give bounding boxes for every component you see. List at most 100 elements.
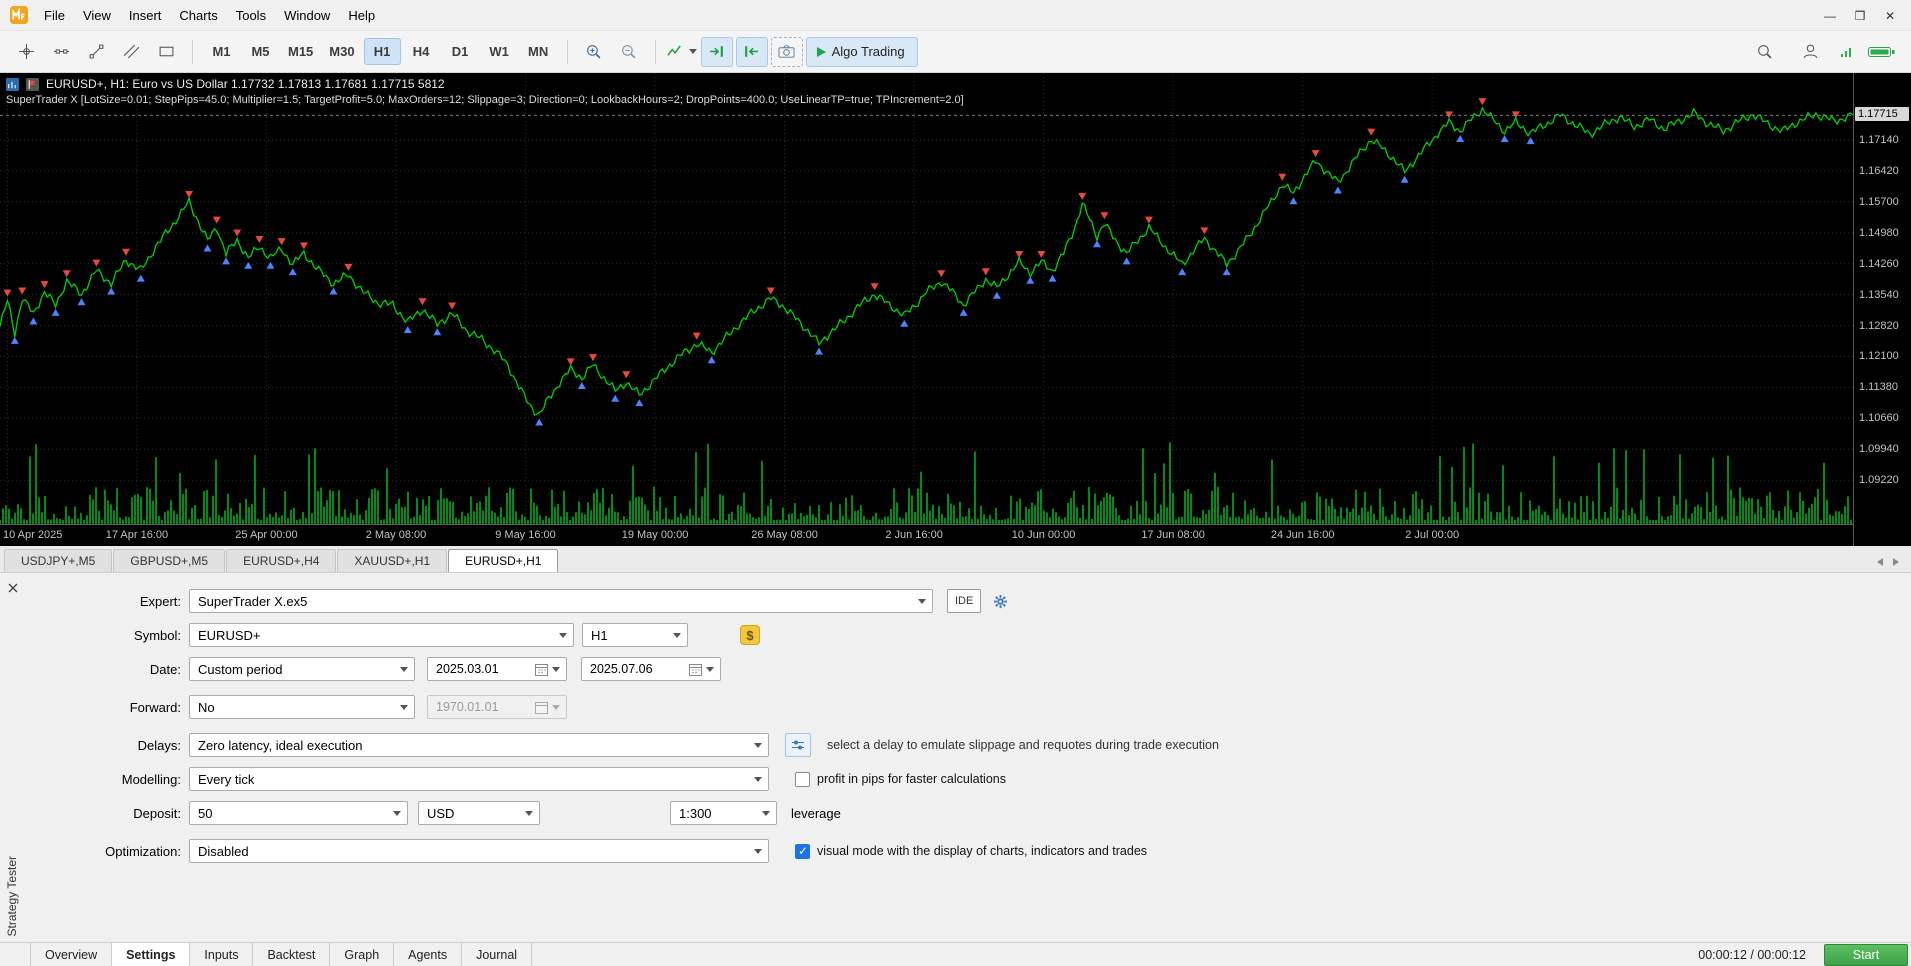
delays-select[interactable]: Zero latency, ideal execution xyxy=(189,733,769,757)
minimize-button[interactable]: — xyxy=(1815,7,1845,23)
chart-tab-xauusd-h1[interactable]: XAUUSD+,H1 xyxy=(337,549,448,572)
maximize-button[interactable]: ❒ xyxy=(1845,7,1875,23)
chart-plot[interactable] xyxy=(0,73,1853,524)
deposit-amount-select[interactable]: 50 xyxy=(189,801,408,825)
leverage-select[interactable]: 1:300 xyxy=(670,801,777,825)
expert-settings-gear-button[interactable] xyxy=(987,589,1013,613)
chart-column: EURUSD+, H1: Euro vs US Dollar 1.17732 1… xyxy=(0,73,1853,546)
zoom-in-button[interactable] xyxy=(578,37,610,67)
price-axis-label: 1.17140 xyxy=(1859,134,1899,146)
visual-step-forward-button[interactable] xyxy=(700,36,733,67)
dropdown-arrow-icon xyxy=(754,777,762,782)
tester-tab-backtest[interactable]: Backtest xyxy=(253,943,331,966)
hline-tool-button[interactable] xyxy=(45,37,77,67)
tester-bottom-bar: Overview Settings Inputs Backtest Graph Agent… xyxy=(0,942,1911,966)
menu-window[interactable]: Window xyxy=(275,3,339,28)
date-to-picker[interactable]: 2025.07.06 xyxy=(581,657,721,681)
trendline-tool-button[interactable] xyxy=(80,37,112,67)
timeframe-h4[interactable]: H4 xyxy=(403,38,440,65)
forward-mode-select[interactable]: No xyxy=(189,695,415,719)
channel-tool-button[interactable] xyxy=(115,37,147,67)
timeframe-m5[interactable]: M5 xyxy=(242,38,279,65)
date-mode-select[interactable]: Custom period xyxy=(189,657,415,681)
price-axis-label: 1.09940 xyxy=(1859,443,1899,455)
price-axis-label: 1.10660 xyxy=(1859,412,1899,424)
crosshair-icon xyxy=(18,44,34,59)
date-from-picker[interactable]: 2025.03.01 xyxy=(427,657,567,681)
tester-tab-journal[interactable]: Journal xyxy=(462,943,533,966)
screenshot-button[interactable] xyxy=(770,36,803,67)
time-axis-label: 10 Jun 00:00 xyxy=(1011,529,1076,541)
toolbar-separator xyxy=(566,39,568,64)
modelling-select[interactable]: Every tick xyxy=(189,767,769,791)
menu-help[interactable]: Help xyxy=(339,3,384,28)
crosshair-tool-button[interactable] xyxy=(10,37,42,67)
app-logo-icon xyxy=(10,6,28,24)
symbol-select[interactable]: EURUSD+ xyxy=(189,623,574,647)
tester-tab-settings[interactable]: Settings xyxy=(112,943,191,966)
algo-trading-button[interactable]: Algo Trading xyxy=(805,36,918,67)
tester-tab-agents[interactable]: Agents xyxy=(394,943,463,966)
optimization-select[interactable]: Disabled xyxy=(189,839,769,863)
toolbar-separator xyxy=(192,39,193,64)
menu-charts[interactable]: Charts xyxy=(170,3,226,28)
strategy-tester-panel: Strategy Tester Expert: SuperTrader X.ex… xyxy=(0,573,1911,942)
profit-in-pips-checkbox[interactable] xyxy=(795,771,810,787)
time-axis[interactable]: 10 Apr 2025 17 Apr 16:00 25 Apr 00:00 2 May… xyxy=(0,524,1853,546)
indicators-button[interactable] xyxy=(666,37,698,67)
chart-tab-usdjpy-m5[interactable]: USDJPY+,M5 xyxy=(4,549,113,572)
timeframe-d1[interactable]: D1 xyxy=(442,38,479,65)
chart-tab-gbpusd-m5[interactable]: GBPUSD+,M5 xyxy=(113,549,226,572)
dropdown-arrow-icon xyxy=(706,667,714,672)
zoom-out-button[interactable] xyxy=(613,37,645,67)
chart-tab-eurusd-h4[interactable]: EURUSD+,H4 xyxy=(226,549,337,572)
timeframe-h1[interactable]: H1 xyxy=(363,38,401,65)
shapes-tool-button[interactable] xyxy=(150,37,182,67)
timeframe-mn[interactable]: MN xyxy=(520,38,557,65)
menu-insert[interactable]: Insert xyxy=(120,3,171,28)
deposit-currency-select[interactable]: USD xyxy=(418,801,540,825)
timeframe-m15[interactable]: M15 xyxy=(281,38,320,65)
tester-tab-graph[interactable]: Graph xyxy=(330,943,395,966)
price-axis-label: 1.15700 xyxy=(1859,196,1899,208)
delay-settings-button[interactable] xyxy=(785,733,811,757)
tester-tab-inputs[interactable]: Inputs xyxy=(190,943,254,966)
mt5-window: File View Insert Charts Tools Window Help — ❒ … xyxy=(0,0,1911,966)
symbol-row: Symbol: EURUSD+ H1 $ xyxy=(26,623,1911,647)
start-button[interactable]: Start xyxy=(1824,943,1908,966)
price-axis-label: 1.11380 xyxy=(1859,381,1898,393)
timeframe-m1[interactable]: M1 xyxy=(203,38,240,65)
tester-tab-overview[interactable]: Overview xyxy=(30,943,113,966)
equidistant-channel-icon xyxy=(123,44,139,59)
close-button[interactable]: ✕ xyxy=(1875,7,1905,23)
expert-row: Expert: SuperTrader X.ex5 IDE xyxy=(26,589,1911,613)
symbol-properties-button[interactable]: $ xyxy=(740,625,760,645)
timeframe-m30[interactable]: M30 xyxy=(322,38,361,65)
price-chart[interactable]: EURUSD+, H1: Euro vs US Dollar 1.17732 1… xyxy=(0,73,1853,524)
search-button[interactable] xyxy=(1748,37,1780,67)
timeframe-buttons: M1 M5 M15 M30 H1 H4 D1 W1 MN xyxy=(203,38,557,65)
close-tester-icon[interactable] xyxy=(8,583,20,595)
dropdown-arrow-icon xyxy=(393,811,401,816)
timeframe-select[interactable]: H1 xyxy=(582,623,688,647)
sliders-icon xyxy=(792,740,804,750)
menu-tools[interactable]: Tools xyxy=(227,3,275,28)
menu-file[interactable]: File xyxy=(35,3,74,28)
scroll-tabs-right-icon[interactable] xyxy=(1893,558,1899,566)
price-axis-label: 1.09220 xyxy=(1859,474,1899,486)
visual-mode-checkbox[interactable] xyxy=(795,843,810,859)
expert-select[interactable]: SuperTrader X.ex5 xyxy=(189,589,933,613)
price-axis[interactable]: 1.17715 1.17140 1.16420 1.15700 1.14980 1.14… xyxy=(1853,73,1911,546)
scroll-tabs-left-icon[interactable] xyxy=(1877,558,1883,566)
ide-button[interactable]: IDE xyxy=(947,589,982,613)
camera-icon xyxy=(778,45,795,58)
account-button[interactable] xyxy=(1794,37,1826,67)
dropdown-arrow-icon xyxy=(400,667,408,672)
timeframe-w1[interactable]: W1 xyxy=(481,38,518,65)
visual-step-back-button[interactable] xyxy=(735,36,768,67)
tab-scroll-controls xyxy=(1877,558,1911,572)
menu-view[interactable]: View xyxy=(74,3,120,28)
date-row: Date: Custom period 2025.03.01 2025.07.0… xyxy=(26,657,1911,681)
chart-tab-eurusd-h1[interactable]: EURUSD+,H1 xyxy=(448,549,559,572)
chart-title: EURUSD+, H1: Euro vs US Dollar 1.17732 1… xyxy=(46,77,445,91)
